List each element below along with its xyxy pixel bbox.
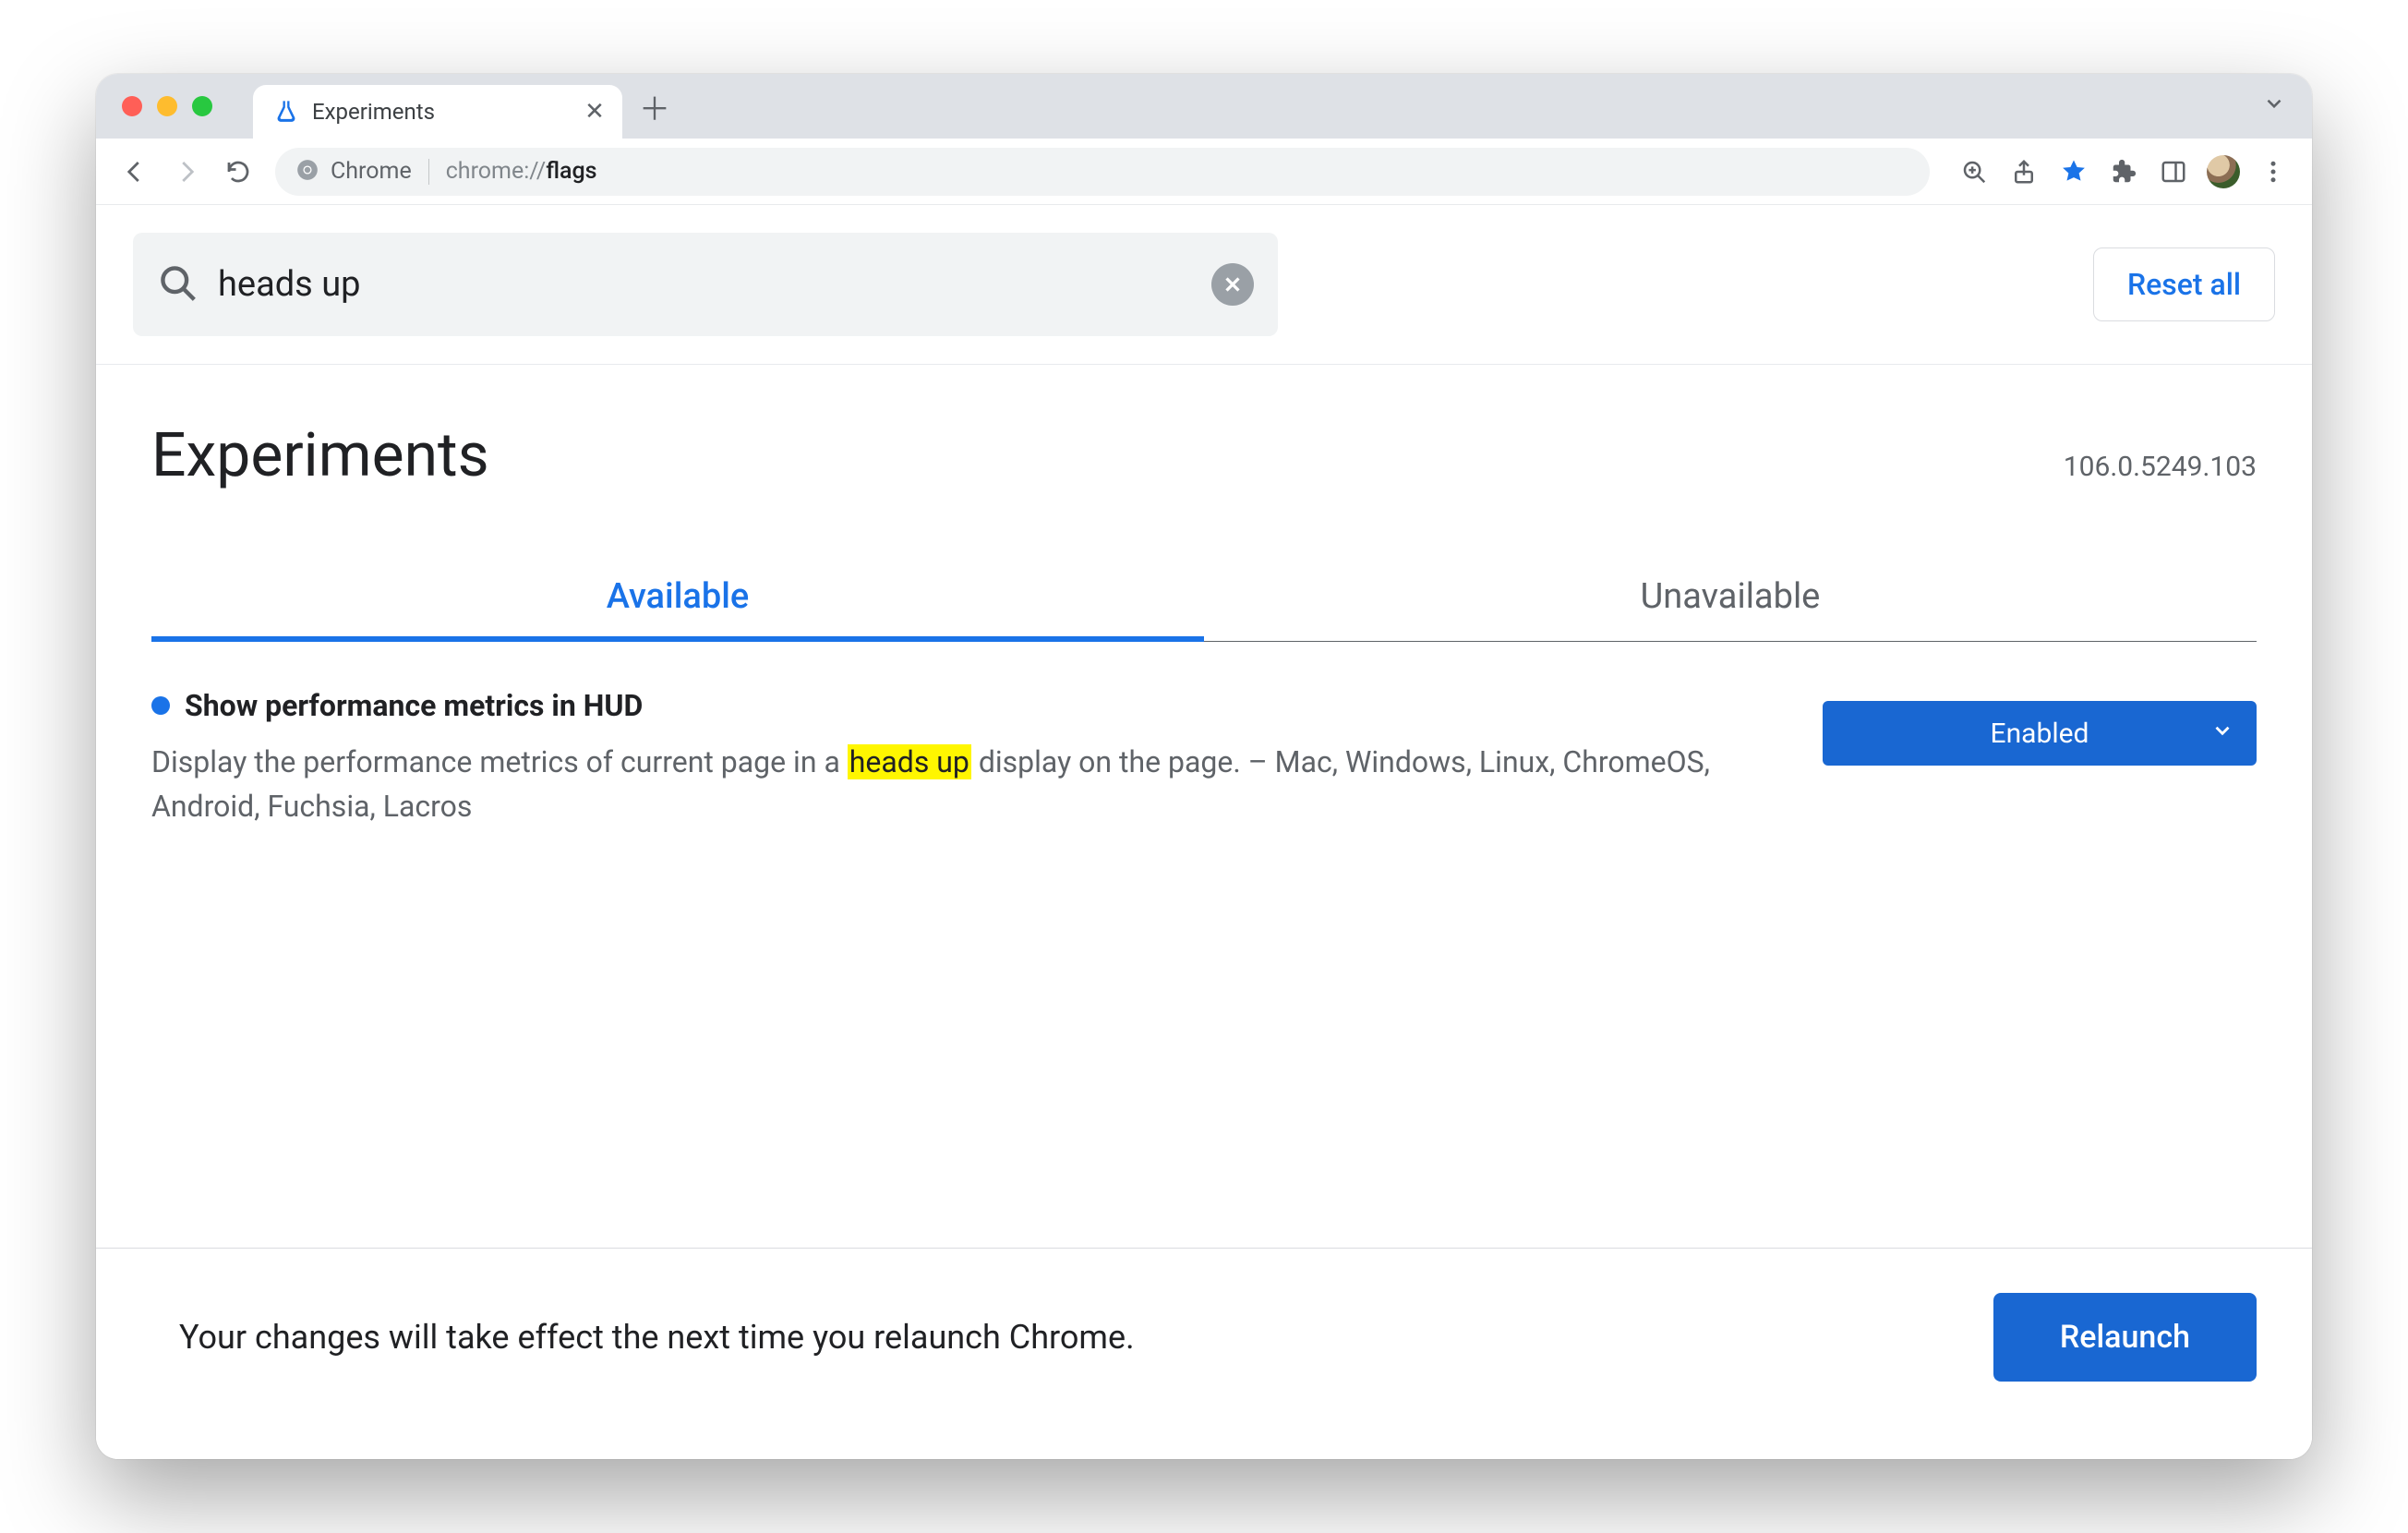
chrome-logo-icon — [295, 158, 319, 186]
browser-tab[interactable]: Experiments ✕ — [253, 85, 622, 139]
tab-strip: Experiments ✕ ＋ — [96, 74, 2312, 139]
bookmark-star-icon[interactable] — [2052, 150, 2096, 194]
tab-overflow-button[interactable] — [2253, 82, 2295, 131]
relaunch-message: Your changes will take effect the next t… — [179, 1318, 1135, 1357]
flag-desc-highlight: heads up — [848, 744, 971, 779]
avatar-image — [2207, 155, 2240, 188]
extensions-icon[interactable] — [2101, 150, 2146, 194]
header-row: Experiments 106.0.5249.103 — [96, 365, 2312, 491]
chrome-version: 106.0.5249.103 — [2064, 451, 2257, 483]
flag-title-row: Show performance metrics in HUD — [151, 688, 1786, 723]
zoom-icon[interactable] — [1952, 150, 1996, 194]
relaunch-button[interactable]: Relaunch — [1993, 1293, 2257, 1382]
page-title: Experiments — [151, 420, 489, 491]
flags-search-box[interactable] — [133, 233, 1278, 336]
browser-toolbar: Chrome chrome://flags — [96, 139, 2312, 205]
window-controls — [122, 96, 212, 116]
tab-available[interactable]: Available — [151, 556, 1204, 641]
url-text: chrome://flags — [446, 158, 597, 185]
search-row: Reset all — [96, 205, 2312, 364]
side-panel-icon[interactable] — [2151, 150, 2196, 194]
modified-dot-icon — [151, 696, 170, 715]
reset-all-button[interactable]: Reset all — [2093, 247, 2275, 321]
address-bar[interactable]: Chrome chrome://flags — [275, 148, 1930, 196]
profile-avatar[interactable] — [2201, 150, 2245, 194]
chevron-down-icon — [2210, 718, 2234, 750]
flag-state-select[interactable]: Enabled — [1823, 701, 2257, 766]
close-tab-button[interactable]: ✕ — [582, 99, 608, 125]
maximize-window-button[interactable] — [192, 96, 212, 116]
flag-item: Show performance metrics in HUD Display … — [96, 642, 2312, 865]
flag-select-value: Enabled — [1991, 718, 2089, 750]
flask-icon — [273, 99, 299, 125]
toolbar-actions — [1952, 150, 2295, 194]
share-icon[interactable] — [2002, 150, 2046, 194]
flags-tabs: Available Unavailable — [151, 556, 2257, 642]
url-scheme: chrome:// — [446, 158, 546, 185]
page-content: Reset all Experiments 106.0.5249.103 Ava… — [96, 205, 2312, 1459]
flags-search-input[interactable] — [218, 264, 1191, 305]
menu-button[interactable] — [2251, 150, 2295, 194]
flag-title: Show performance metrics in HUD — [185, 688, 643, 723]
chip-separator — [428, 159, 429, 185]
new-tab-button[interactable]: ＋ — [632, 83, 678, 129]
clear-search-button[interactable] — [1211, 263, 1254, 306]
relaunch-bar: Your changes will take effect the next t… — [96, 1248, 2312, 1459]
search-icon — [157, 262, 198, 307]
tab-unavailable[interactable]: Unavailable — [1204, 556, 2257, 641]
flag-description: Display the performance metrics of curre… — [151, 740, 1786, 828]
flag-text: Show performance metrics in HUD Display … — [151, 688, 1786, 828]
reload-button[interactable] — [216, 150, 260, 194]
site-info-chip[interactable]: Chrome — [295, 158, 412, 186]
minimize-window-button[interactable] — [157, 96, 177, 116]
url-path: flags — [546, 158, 596, 185]
flag-desc-before: Display the performance metrics of curre… — [151, 744, 848, 779]
tab-title: Experiments — [312, 99, 569, 125]
back-button[interactable] — [113, 150, 157, 194]
forward-button[interactable] — [164, 150, 209, 194]
close-window-button[interactable] — [122, 96, 142, 116]
site-chip-label: Chrome — [331, 158, 412, 185]
browser-window: Experiments ✕ ＋ Chrome chrom — [96, 74, 2312, 1459]
